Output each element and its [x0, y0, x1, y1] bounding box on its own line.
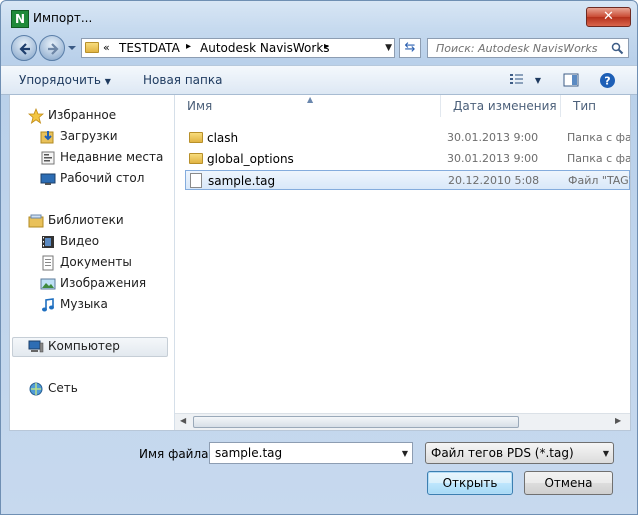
downloads-icon [40, 131, 54, 144]
computer-icon [28, 340, 44, 353]
file-name: global_options [207, 152, 294, 166]
new-folder-button[interactable]: Новая папка [143, 73, 222, 87]
libraries-icon [28, 214, 44, 228]
svg-text:?: ? [604, 75, 610, 88]
refresh-icon: ⇆ [404, 40, 416, 55]
file-date: 30.01.2013 9:00 [447, 152, 539, 165]
pictures-icon [40, 278, 56, 290]
column-date-label: Дата изменения [453, 99, 557, 113]
address-segment-testdata[interactable]: TESTDATA [119, 41, 180, 55]
chevron-right-icon[interactable]: ▸ [324, 41, 329, 52]
video-icon [42, 236, 54, 248]
documents-icon [42, 255, 54, 271]
scroll-right-icon[interactable]: ▶ [615, 416, 621, 425]
document-icon [190, 173, 202, 188]
column-type-label: Тип [573, 99, 596, 113]
search-placeholder: Поиск: Autodesk NavisWorks [436, 42, 598, 55]
file-type: Файл "TAG" [568, 174, 630, 187]
file-type: Папка с фай [567, 131, 630, 144]
search-box[interactable]: Поиск: Autodesk NavisWorks [427, 38, 629, 58]
file-row-selected[interactable]: sample.tag 20.12.2010 5:08 Файл "TAG" [185, 170, 630, 190]
star-icon [28, 108, 44, 124]
file-type: Папка с фай [567, 152, 630, 165]
view-options-button[interactable]: ▼ [509, 72, 541, 89]
folder-icon [189, 132, 203, 143]
browser-area: Избранное Загрузки Недавние места Рабочи… [9, 95, 631, 431]
chevron-right-icon[interactable]: ▸ [186, 41, 191, 52]
filename-label: Имя файла: [139, 447, 213, 461]
refresh-button[interactable]: ⇆ [399, 38, 421, 58]
column-header-date[interactable]: Дата изменения [441, 95, 561, 117]
column-header-type[interactable]: Тип [561, 95, 630, 117]
sort-up-icon: ▲ [307, 95, 314, 104]
nav-item-label: Видео [60, 234, 100, 248]
chevron-down-icon: ▼ [602, 449, 609, 458]
music-icon [42, 298, 54, 312]
nav-item-label: Музыка [60, 297, 108, 311]
import-dialog: N Импорт... ✕ « TESTDATA ▸ Autodesk Navi… [0, 0, 638, 515]
file-date: 20.12.2010 5:08 [448, 174, 540, 187]
back-arrow-icon [19, 43, 30, 55]
filetype-value: Файл тегов PDS (*.tag) [431, 446, 574, 460]
column-name-label: Имя [187, 99, 213, 113]
chevron-down-icon: ▼ [104, 77, 111, 86]
address-dropdown-icon[interactable]: ▼ [385, 43, 392, 53]
cancel-button[interactable]: Отмена [524, 471, 613, 495]
scroll-left-icon[interactable]: ◀ [180, 416, 186, 425]
folder-icon [189, 153, 203, 164]
nav-item-label: Недавние места [60, 150, 164, 164]
file-list-pane: Имя ▲ Дата изменения Тип clash 30.01.201… [175, 95, 630, 430]
chevron-down-icon[interactable]: ▼ [402, 449, 408, 458]
history-dropdown-icon[interactable] [67, 43, 77, 53]
file-name: clash [207, 131, 239, 145]
help-button[interactable]: ? [599, 72, 616, 92]
search-icon [611, 42, 624, 55]
network-icon [29, 382, 43, 396]
title-bar: N Импорт... ✕ [1, 1, 637, 35]
view-list-icon [510, 74, 523, 84]
back-button[interactable] [11, 35, 37, 61]
nav-computer-label: Компьютер [48, 339, 120, 353]
filename-value: sample.tag [215, 446, 283, 460]
command-bar: Упорядочить ▼ Новая папка ▼ ? [1, 65, 637, 95]
navigation-pane: Избранное Загрузки Недавние места Рабочи… [10, 95, 175, 430]
scrollbar-thumb[interactable] [193, 416, 519, 428]
preview-pane-icon [563, 73, 579, 87]
folder-icon [85, 42, 99, 53]
forward-arrow-icon [48, 43, 59, 55]
nav-item-label: Изображения [60, 276, 147, 290]
organize-label: Упорядочить [19, 73, 101, 87]
file-row[interactable]: clash 30.01.2013 9:00 Папка с фай [185, 128, 630, 148]
forward-button[interactable] [39, 35, 65, 61]
file-date: 30.01.2013 9:00 [447, 131, 539, 144]
chevron-down-icon: ▼ [534, 76, 541, 85]
file-name: sample.tag [208, 174, 276, 188]
horizontal-scrollbar[interactable]: ◀ ▶ [175, 413, 630, 430]
address-row: « TESTDATA ▸ Autodesk NavisWorks ▸ ▼ ⇆ П… [1, 35, 637, 61]
navisworks-app-icon: N [11, 10, 29, 28]
organize-button[interactable]: Упорядочить ▼ [19, 73, 111, 87]
nav-favorites-label: Избранное [48, 108, 117, 122]
filetype-select[interactable]: Файл тегов PDS (*.tag) ▼ [425, 442, 614, 464]
nav-network-label: Сеть [48, 381, 78, 395]
close-icon: ✕ [603, 9, 614, 24]
recent-places-icon [41, 151, 55, 165]
open-button[interactable]: Открыть [427, 471, 513, 495]
preview-pane-button[interactable] [563, 73, 579, 90]
address-overflow[interactable]: « [103, 41, 110, 54]
file-row[interactable]: global_options 30.01.2013 9:00 Папка с ф… [185, 149, 630, 169]
filename-input[interactable]: sample.tag ▼ [209, 442, 413, 464]
nav-item-label: Рабочий стол [60, 171, 145, 185]
address-segment-navisworks[interactable]: Autodesk NavisWorks [200, 41, 330, 55]
nav-item-label: Документы [60, 255, 132, 269]
desktop-icon [40, 173, 56, 185]
window-title: Импорт... [33, 11, 93, 25]
nav-item-label: Загрузки [60, 129, 118, 143]
address-bar[interactable]: « TESTDATA ▸ Autodesk NavisWorks ▸ ▼ [81, 38, 395, 58]
close-button[interactable]: ✕ [586, 7, 631, 27]
nav-libraries-label: Библиотеки [48, 213, 124, 227]
help-icon: ? [600, 73, 615, 88]
